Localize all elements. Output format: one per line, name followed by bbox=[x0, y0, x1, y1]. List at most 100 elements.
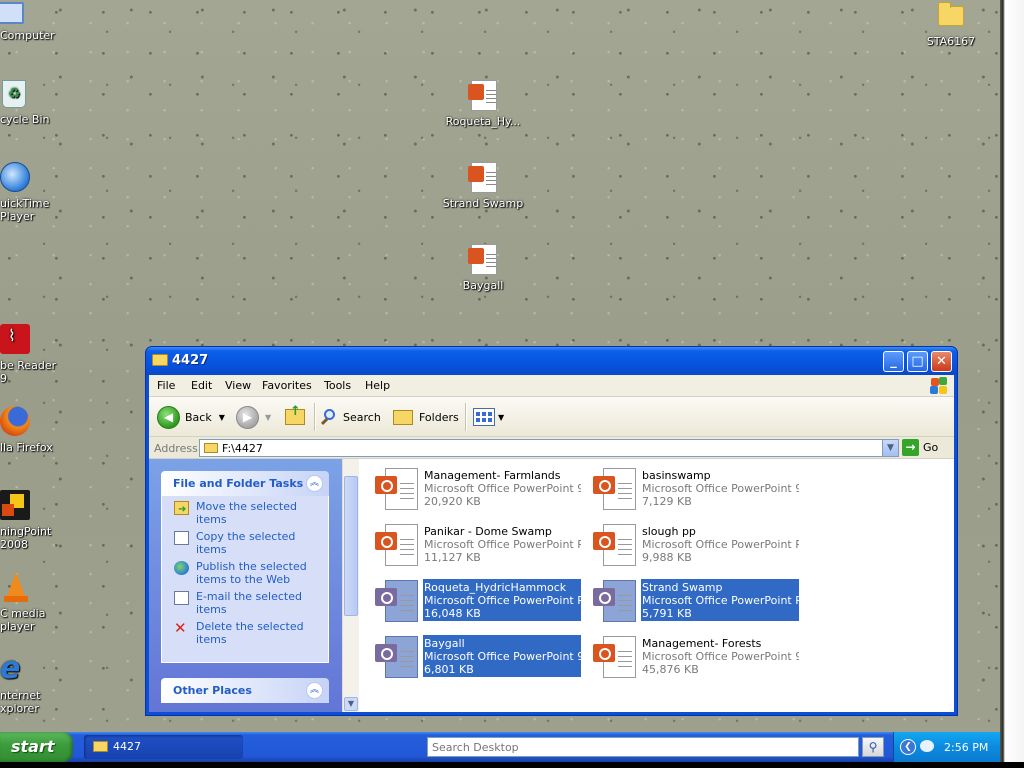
desktop-icon-label: C media player bbox=[0, 607, 46, 633]
email-icon bbox=[174, 591, 189, 605]
desktop-icon-baygall[interactable]: Baygall bbox=[440, 244, 526, 292]
desktop-icon-learningpoint[interactable]: ningPoint 2008 bbox=[0, 490, 60, 551]
file-name: Management- Farmlands bbox=[424, 469, 561, 482]
views-dropdown-icon: ▼ bbox=[498, 412, 505, 422]
desktop-icon-roqueta[interactable]: Roqueta_Hy... bbox=[440, 80, 526, 128]
menu-file[interactable]: File bbox=[157, 379, 175, 392]
menu-tools[interactable]: Tools bbox=[324, 379, 351, 392]
search-desktop-field[interactable] bbox=[427, 737, 859, 757]
menu-help[interactable]: Help bbox=[365, 379, 390, 392]
file-item[interactable]: Strand Swamp Microsoft Office PowerPoint … bbox=[587, 579, 799, 622]
powerpoint-file-icon bbox=[375, 636, 421, 678]
other-places-header[interactable]: Other Places ︽ bbox=[161, 678, 329, 703]
desktop-icon-recycle-bin[interactable]: ♻ cycle Bin bbox=[0, 78, 60, 126]
go-label: Go bbox=[923, 441, 939, 454]
forward-button[interactable]: ▶ ▼ bbox=[236, 405, 271, 429]
search-desktop-button[interactable]: ⚲ bbox=[862, 737, 884, 757]
firefox-icon bbox=[0, 406, 32, 438]
clock[interactable]: 2:56 PM bbox=[944, 741, 988, 754]
task-move[interactable]: ➜ Move the selected items bbox=[174, 500, 328, 530]
internet-explorer-icon: e bbox=[0, 654, 21, 686]
window-titlebar[interactable]: 4427 _ □ ✕ bbox=[146, 347, 957, 375]
file-name: Panikar - Dome Swamp bbox=[424, 525, 552, 538]
maximize-button[interactable]: □ bbox=[907, 351, 928, 372]
file-item[interactable]: Management- Forests Microsoft Office Powe… bbox=[587, 635, 799, 678]
scrollbar-thumb[interactable] bbox=[344, 476, 358, 616]
file-folder-tasks-header[interactable]: File and Folder Tasks ︽ bbox=[161, 471, 329, 496]
collapse-chevron-icon[interactable]: ︽ bbox=[306, 475, 323, 492]
start-label: start bbox=[11, 737, 55, 756]
file-name: Roqueta_HydricHammock bbox=[424, 581, 567, 594]
menu-view[interactable]: View bbox=[225, 379, 251, 392]
task-pane-scrollbar[interactable]: ▼ bbox=[342, 459, 359, 712]
minimize-button[interactable]: _ bbox=[883, 351, 904, 372]
learningpoint-icon bbox=[0, 490, 32, 522]
recycle-bin-icon: ♻ bbox=[0, 78, 32, 110]
powerpoint-file-icon bbox=[467, 80, 499, 112]
forward-dropdown-icon[interactable]: ▼ bbox=[265, 413, 271, 422]
desktop-icon-adobe-reader[interactable]: ⌇ be Reader 9 bbox=[0, 324, 60, 385]
desktop-icon-label: Strand Swamp bbox=[442, 197, 524, 210]
scroll-down-icon[interactable]: ▼ bbox=[344, 697, 358, 711]
menu-favorites[interactable]: Favorites bbox=[262, 379, 312, 392]
file-item[interactable]: slough pp Microsoft Office PowerPoint Pr.… bbox=[587, 523, 799, 566]
network-icon[interactable] bbox=[920, 740, 934, 752]
desktop-icon-firefox[interactable]: lla Firefox bbox=[0, 406, 60, 454]
up-folder-button[interactable]: ↑ bbox=[285, 404, 305, 429]
file-size: 20,920 KB bbox=[424, 495, 481, 508]
file-item[interactable]: basinswamp Microsoft Office PowerPoint 9.… bbox=[587, 467, 799, 510]
desktop-icon-sta6167[interactable]: STA6167 bbox=[908, 0, 994, 48]
address-dropdown-icon[interactable]: ▼ bbox=[882, 440, 898, 456]
explorer-window[interactable]: 4427 _ □ ✕ File Edit View Favorites Tool… bbox=[145, 346, 958, 716]
task-copy[interactable]: Copy the selected items bbox=[174, 530, 328, 560]
file-item[interactable]: Baygall Microsoft Office PowerPoint 9... 6… bbox=[369, 635, 581, 678]
close-button[interactable]: ✕ bbox=[931, 351, 952, 372]
task-email[interactable]: E-mail the selected items bbox=[174, 590, 328, 620]
back-button[interactable]: ◀ Back ▼ bbox=[157, 405, 225, 429]
file-item[interactable]: Panikar - Dome Swamp Microsoft Office Pow… bbox=[369, 523, 581, 566]
desktop-icon-label: ningPoint 2008 bbox=[0, 525, 52, 551]
window-body: File Edit View Favorites Tools Help ◀ Ba… bbox=[149, 375, 954, 712]
folders-button[interactable]: Folders bbox=[393, 405, 459, 429]
back-dropdown-icon[interactable]: ▼ bbox=[219, 413, 225, 422]
collapse-chevron-icon[interactable]: ︽ bbox=[306, 682, 323, 699]
desktop-icon-label: Roqueta_Hy... bbox=[445, 115, 521, 128]
folders-icon bbox=[393, 409, 413, 425]
search-button[interactable]: Search bbox=[320, 405, 381, 429]
powerpoint-file-icon bbox=[375, 524, 421, 566]
file-type: Microsoft Office PowerPoint 9... bbox=[642, 650, 799, 663]
menu-edit[interactable]: Edit bbox=[191, 379, 212, 392]
file-item[interactable]: Management- Farmlands Microsoft Office Po… bbox=[369, 467, 581, 510]
desktop-icon-strand-swamp[interactable]: Strand Swamp bbox=[440, 162, 526, 210]
address-input[interactable]: F:\4427 ▼ bbox=[199, 439, 899, 457]
file-type: Microsoft Office PowerPoint Pr... bbox=[424, 538, 581, 551]
taskbar-window-label: 4427 bbox=[113, 740, 141, 753]
tasks-list: ➜ Move the selected items Copy the selec… bbox=[161, 496, 329, 663]
task-publish[interactable]: Publish the selected items to the Web bbox=[174, 560, 328, 590]
computer-icon bbox=[0, 0, 32, 32]
file-name: basinswamp bbox=[642, 469, 711, 482]
powerpoint-file-icon bbox=[375, 580, 421, 622]
desktop-icon-label: STA6167 bbox=[926, 35, 976, 48]
file-type: Microsoft Office PowerPoint Pr... bbox=[642, 594, 799, 607]
toolbar: ◀ Back ▼ ▶ ▼ ↑ Search Folders ▼ bbox=[149, 397, 954, 437]
file-item[interactable]: Roqueta_HydricHammock Microsoft Office Po… bbox=[369, 579, 581, 622]
go-button[interactable]: → Go bbox=[902, 439, 938, 456]
folder-icon bbox=[93, 741, 108, 752]
desktop-icon-quicktime[interactable]: uickTime Player bbox=[0, 162, 60, 223]
file-size: 7,129 KB bbox=[642, 495, 692, 508]
system-tray: ❮ 2:56 PM bbox=[893, 732, 1000, 762]
quicktime-icon bbox=[0, 162, 32, 194]
taskbar-window-4427[interactable]: 4427 bbox=[84, 735, 243, 759]
file-details: slough pp Microsoft Office PowerPoint Pr.… bbox=[641, 523, 799, 565]
start-button[interactable]: start bbox=[0, 732, 73, 762]
desktop-icon-internet-explorer[interactable]: e nternet xplorer bbox=[0, 654, 60, 715]
search-desktop-input[interactable] bbox=[428, 738, 858, 756]
desktop-icon-vlc[interactable]: C media player bbox=[0, 572, 60, 633]
desktop-icon-computer[interactable]: Computer bbox=[0, 0, 60, 42]
show-hidden-icons-chevron-icon[interactable]: ❮ bbox=[900, 739, 916, 755]
task-delete[interactable]: ✕ Delete the selected items bbox=[174, 620, 328, 650]
views-button[interactable]: ▼ bbox=[473, 405, 504, 429]
file-details: Roqueta_HydricHammock Microsoft Office Po… bbox=[423, 579, 581, 621]
address-value: F:\4427 bbox=[222, 442, 263, 455]
